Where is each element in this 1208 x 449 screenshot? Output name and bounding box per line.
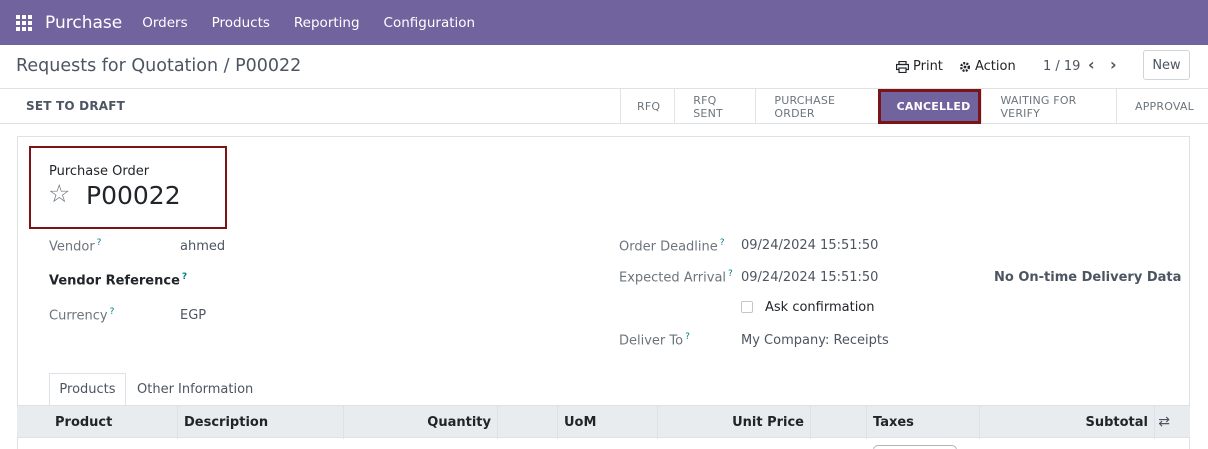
nav-item-reporting[interactable]: Reporting	[282, 15, 372, 31]
column-quantity[interactable]: Quantity	[343, 406, 497, 439]
tab-other-information[interactable]: Other Information	[137, 382, 253, 397]
vendor-reference-label: Vendor Reference?	[49, 272, 188, 289]
stage-cancelled[interactable]: CANCELLED	[877, 89, 982, 124]
column-uom[interactable]: UoM	[557, 406, 657, 439]
pager-value[interactable]: 1 / 19	[1043, 59, 1080, 74]
order-lines-table-header: Product Description Quantity UoM Unit Pr…	[17, 405, 1190, 439]
order-deadline-label: Order Deadline?	[619, 238, 725, 255]
vendor-label: Vendor?	[49, 238, 102, 255]
ask-confirmation-checkbox[interactable]	[741, 301, 753, 313]
stage-purchase-order[interactable]: PURCHASE ORDER	[755, 89, 877, 124]
set-to-draft-button[interactable]: SET TO DRAFT	[26, 99, 125, 113]
stage-waiting-for-verify[interactable]: WAITING FOR VERIFY	[981, 89, 1116, 124]
status-bar: SET TO DRAFT RFQ RFQ SENT PURCHASE ORDER…	[0, 89, 1208, 124]
ask-confirmation-label: Ask confirmation	[765, 300, 875, 315]
column-spacer	[497, 406, 557, 439]
column-taxes[interactable]: Taxes	[866, 406, 979, 439]
on-time-delivery-status: No On-time Delivery Data	[994, 270, 1182, 285]
print-button[interactable]: Print	[896, 59, 943, 74]
page-title: P00022	[86, 181, 181, 210]
expected-arrival-field[interactable]: 09/24/2024 15:51:50	[741, 270, 878, 285]
column-description[interactable]: Description	[177, 406, 343, 439]
printer-icon	[896, 60, 909, 73]
currency-label: Currency?	[49, 307, 115, 324]
tab-products[interactable]: Products	[49, 373, 126, 406]
gear-icon	[960, 61, 970, 72]
column-product[interactable]: Product	[49, 406, 177, 439]
chevron-left-icon[interactable]: ‹	[1088, 55, 1095, 74]
print-label: Print	[913, 59, 943, 74]
nav-item-orders[interactable]: Orders	[130, 15, 199, 31]
stage-approval[interactable]: APPROVAL	[1116, 89, 1208, 124]
star-icon[interactable]: ☆	[48, 181, 70, 206]
help-icon[interactable]: ?	[685, 332, 690, 342]
vendor-field[interactable]: ahmed	[180, 239, 225, 254]
help-icon[interactable]: ?	[728, 269, 733, 279]
action-label: Action	[975, 59, 1016, 74]
nav-item-products[interactable]: Products	[200, 15, 282, 31]
action-button[interactable]: Action	[959, 59, 1016, 74]
column-options-icon[interactable]: ⇄	[1158, 414, 1170, 430]
chevron-right-icon[interactable]: ›	[1110, 55, 1117, 74]
new-button[interactable]: New	[1143, 50, 1190, 80]
help-icon[interactable]: ?	[97, 238, 102, 248]
stage-rfq[interactable]: RFQ	[620, 89, 674, 124]
column-unit-price[interactable]: Unit Price	[657, 406, 810, 439]
help-icon[interactable]: ?	[110, 307, 115, 317]
stage-pipeline: RFQ RFQ SENT PURCHASE ORDER CANCELLED WA…	[620, 89, 1208, 124]
apps-grid-icon[interactable]	[16, 14, 32, 31]
expected-arrival-label: Expected Arrival?	[619, 269, 733, 286]
nav-item-configuration[interactable]: Configuration	[372, 15, 488, 31]
tax-pill	[873, 445, 957, 449]
column-spacer	[810, 406, 866, 439]
control-panel: Requests for Quotation / P00022 Print Ac…	[0, 45, 1208, 89]
deliver-to-field[interactable]: My Company: Receipts	[741, 333, 889, 348]
top-navbar: Purchase Orders Products Reporting Confi…	[0, 0, 1208, 45]
help-icon[interactable]: ?	[720, 238, 725, 248]
stage-rfq-sent[interactable]: RFQ SENT	[674, 89, 755, 124]
deliver-to-label: Deliver To?	[619, 332, 690, 349]
column-subtotal[interactable]: Subtotal	[979, 406, 1154, 439]
currency-field[interactable]: EGP	[180, 308, 206, 323]
doc-type-label: Purchase Order	[49, 164, 150, 179]
order-deadline-field[interactable]: 09/24/2024 15:51:50	[741, 238, 878, 253]
app-name[interactable]: Purchase	[45, 13, 122, 33]
help-icon[interactable]: ?	[182, 272, 187, 282]
breadcrumb[interactable]: Requests for Quotation / P00022	[16, 56, 301, 76]
